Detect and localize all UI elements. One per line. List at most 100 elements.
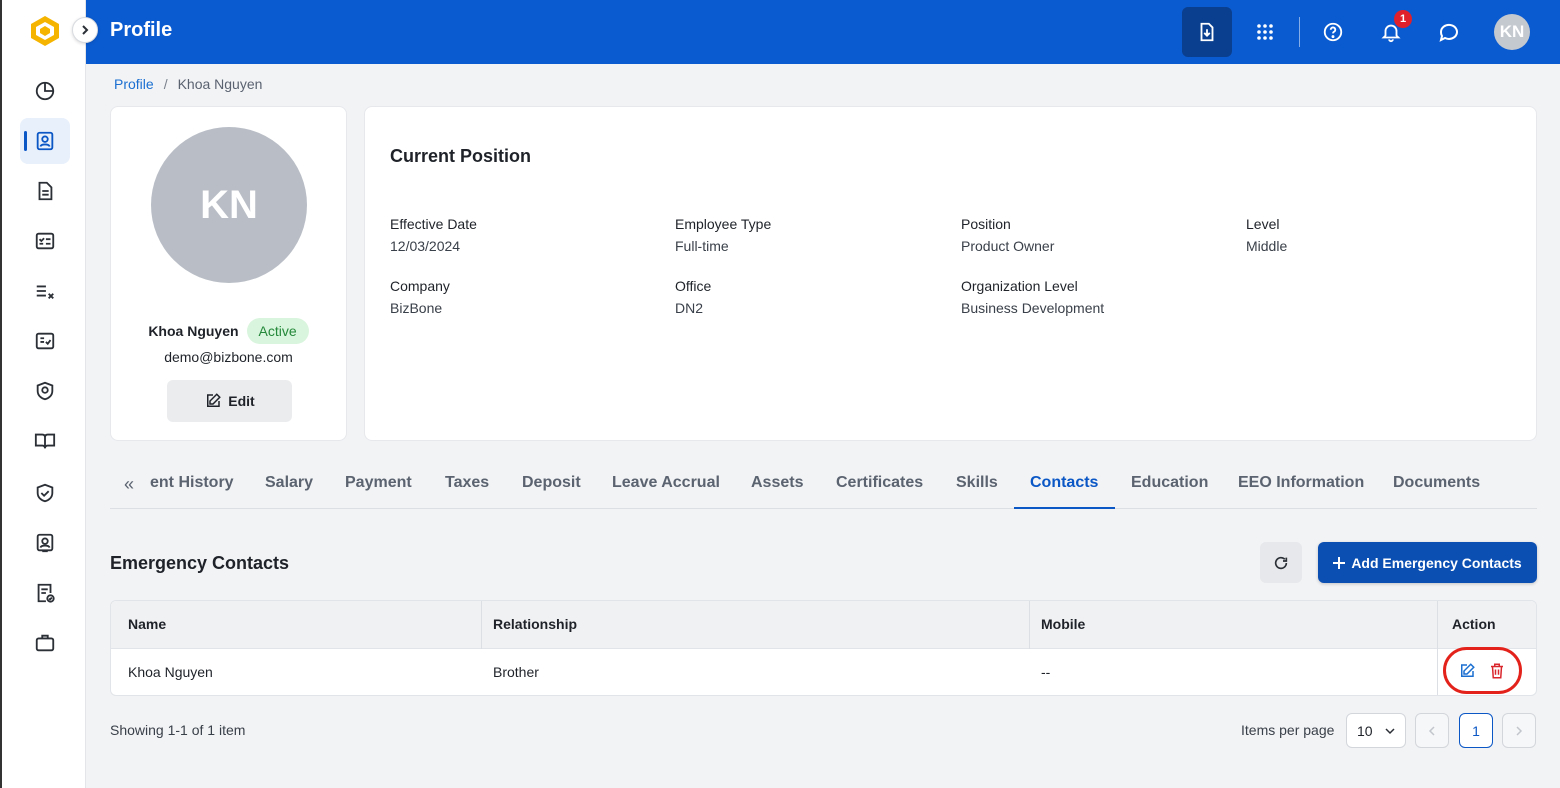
sidebar-item-checklist[interactable] xyxy=(20,218,70,264)
book-icon xyxy=(34,433,56,449)
column-divider xyxy=(1029,601,1030,649)
chevron-left-icon xyxy=(1428,725,1435,736)
items-per-page-select[interactable]: 10 xyxy=(1346,713,1406,748)
sidebar-item-handbook[interactable] xyxy=(20,418,70,464)
profile-icon xyxy=(36,131,54,151)
sidebar-item-compliance[interactable] xyxy=(20,470,70,516)
document-icon xyxy=(38,181,53,201)
emergency-contacts-title: Emergency Contacts xyxy=(110,553,290,573)
sidebar-item-security[interactable] xyxy=(20,368,70,414)
tab-eeo-information[interactable]: EEO Information xyxy=(1238,474,1364,492)
chevron-right-icon xyxy=(1516,725,1523,736)
tab-education[interactable]: Education xyxy=(1131,474,1208,492)
tab-payment[interactable]: Payment xyxy=(345,474,412,492)
field-position: Position Product Owner xyxy=(961,216,1054,254)
items-per-page-label: Items per page xyxy=(1241,722,1335,738)
field-label: Position xyxy=(961,216,1011,232)
page-button-1[interactable]: 1 xyxy=(1459,713,1493,748)
column-header-mobile[interactable]: Mobile xyxy=(1041,616,1085,632)
add-emergency-contacts-button[interactable]: Add Emergency Contacts xyxy=(1318,542,1537,583)
column-header-relationship[interactable]: Relationship xyxy=(493,616,577,632)
tab-certificates[interactable]: Certificates xyxy=(836,474,923,492)
tab-taxes[interactable]: Taxes xyxy=(445,474,489,492)
tab-documents[interactable]: Documents xyxy=(1393,474,1480,492)
tab-leave-accrual[interactable]: Leave Accrual xyxy=(612,474,720,492)
add-button-label: Add Emergency Contacts xyxy=(1351,554,1522,571)
prev-page-button[interactable] xyxy=(1415,713,1449,748)
tab-employment-history[interactable]: ent History xyxy=(150,474,234,492)
help-button[interactable] xyxy=(1308,7,1358,57)
app-logo[interactable] xyxy=(28,14,62,48)
help-icon xyxy=(1323,22,1343,42)
task-list-icon xyxy=(36,285,54,299)
sidebar-item-profile[interactable] xyxy=(20,118,70,164)
field-company: Company BizBone xyxy=(390,278,450,316)
tab-skills[interactable]: Skills xyxy=(956,474,998,492)
column-divider xyxy=(481,601,482,649)
current-position-card: Current Position Effective Date 12/03/20… xyxy=(364,106,1537,441)
edit-contact-button[interactable] xyxy=(1457,661,1477,681)
field-label: Employee Type xyxy=(675,216,772,232)
sidebar-item-approvals[interactable] xyxy=(20,318,70,364)
delete-contact-button[interactable] xyxy=(1487,661,1507,681)
field-value: Middle xyxy=(1246,238,1288,254)
field-value: BizBone xyxy=(390,300,443,316)
column-header-name[interactable]: Name xyxy=(128,616,166,632)
apps-grid-icon xyxy=(1257,24,1273,40)
tab-assets[interactable]: Assets xyxy=(751,474,803,492)
edit-icon xyxy=(1461,663,1475,677)
profile-tabs: « ent History Salary Payment Taxes Depos… xyxy=(110,462,1537,509)
field-label: Office xyxy=(675,278,712,294)
field-office: Office DN2 xyxy=(675,278,711,316)
apps-button[interactable] xyxy=(1240,7,1290,57)
tabs-scroll-left-button[interactable]: « xyxy=(124,474,134,495)
active-tab-indicator xyxy=(1014,507,1115,509)
chat-button[interactable] xyxy=(1424,7,1474,57)
edit-profile-button[interactable]: Edit xyxy=(167,380,292,422)
user-avatar[interactable]: KN xyxy=(1494,14,1530,50)
sidebar-item-tasks[interactable] xyxy=(20,268,70,314)
sidebar-toggle-button[interactable] xyxy=(72,17,98,43)
profile-avatar: KN xyxy=(151,127,307,283)
tab-salary[interactable]: Salary xyxy=(265,474,313,492)
field-effective-date: Effective Date 12/03/2024 xyxy=(390,216,477,254)
breadcrumb-current: Khoa Nguyen xyxy=(177,76,263,92)
profile-card: KN Khoa Nguyen Active demo@bizbone.com E… xyxy=(110,106,347,441)
breadcrumb: Profile / Khoa Nguyen xyxy=(114,76,262,92)
edit-button-label: Edit xyxy=(228,393,255,409)
page-title: Profile xyxy=(110,19,173,41)
breadcrumb-profile-link[interactable]: Profile xyxy=(114,76,154,92)
download-button[interactable] xyxy=(1182,7,1232,57)
sidebar-item-jobs[interactable] xyxy=(20,620,70,666)
field-value: Full-time xyxy=(675,238,729,254)
field-value: 12/03/2024 xyxy=(390,238,461,254)
field-label: Organization Level xyxy=(961,278,1078,294)
status-badge: Active xyxy=(246,318,309,344)
sidebar-item-documents[interactable] xyxy=(20,168,70,214)
field-label: Company xyxy=(390,278,450,294)
notifications-button[interactable]: 1 xyxy=(1366,7,1416,57)
field-organization-level: Organization Level Business Development xyxy=(961,278,1104,316)
dashboard-icon xyxy=(35,81,55,101)
row-actions xyxy=(1457,661,1507,681)
download-icon xyxy=(1200,22,1214,42)
tab-contacts[interactable]: Contacts xyxy=(1030,474,1098,492)
top-bar: Profile 1 KN xyxy=(86,0,1560,64)
next-page-button[interactable] xyxy=(1502,713,1536,748)
field-value: Product Owner xyxy=(961,238,1055,254)
column-header-action: Action xyxy=(1452,616,1496,632)
briefcase-icon xyxy=(35,634,55,652)
sidebar-item-employees[interactable] xyxy=(20,520,70,566)
items-per-page-value: 10 xyxy=(1357,722,1373,739)
current-position-title: Current Position xyxy=(390,146,532,166)
chat-icon xyxy=(1439,23,1458,42)
sidebar-item-reports[interactable] xyxy=(20,570,70,616)
tab-deposit[interactable]: Deposit xyxy=(522,474,581,492)
sidebar-item-dashboard[interactable] xyxy=(20,68,70,114)
checklist-icon xyxy=(35,232,55,250)
sidebar xyxy=(0,0,86,788)
refresh-button[interactable] xyxy=(1260,542,1302,583)
field-label: Level xyxy=(1246,216,1280,232)
refresh-icon xyxy=(1274,556,1288,569)
report-check-icon xyxy=(37,583,55,603)
